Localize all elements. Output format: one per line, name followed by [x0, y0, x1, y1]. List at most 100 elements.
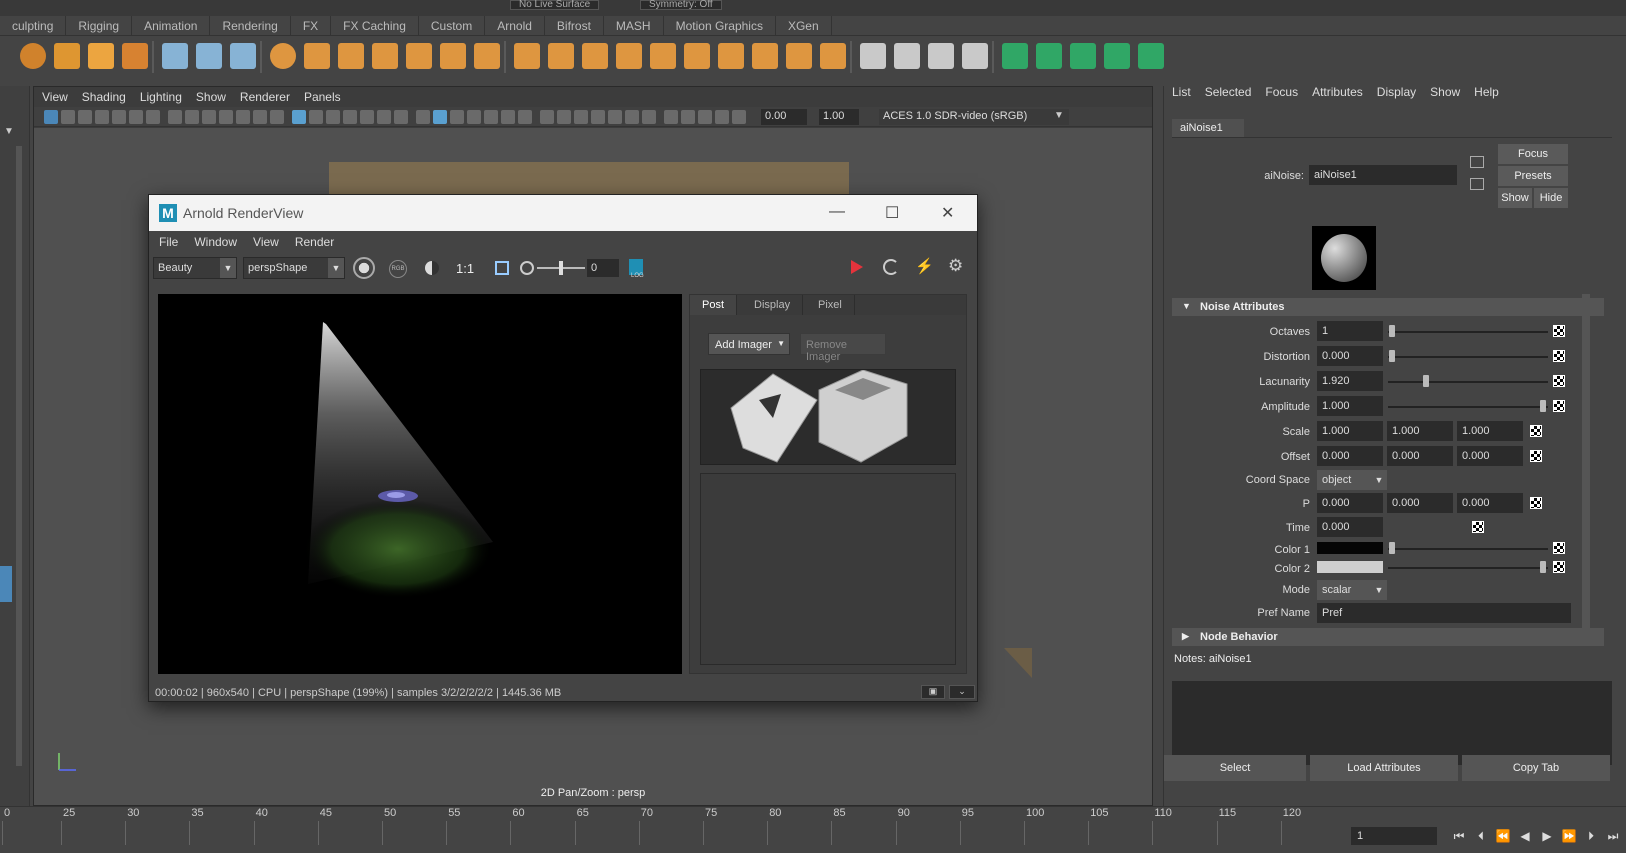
interactive-render-icon[interactable]: ⚡ — [915, 257, 934, 275]
snapshot-icon[interactable] — [353, 257, 375, 279]
sew-icon[interactable] — [1002, 43, 1028, 69]
amplitude-field[interactable]: 1.000 — [1317, 396, 1383, 416]
checker-icon[interactable] — [1070, 43, 1096, 69]
select-button[interactable]: Select — [1164, 755, 1306, 781]
gamma-field[interactable]: 1.00 — [819, 109, 859, 125]
viewport-tool-icon[interactable] — [377, 110, 391, 124]
viewport-tool-icon[interactable] — [236, 110, 250, 124]
color2-knob[interactable] — [1540, 561, 1546, 573]
uv-editor-icon[interactable] — [894, 43, 920, 69]
go-to-start-icon[interactable]: ⏮ — [1448, 827, 1470, 845]
time-map-icon[interactable] — [1472, 521, 1484, 533]
noise-attributes-header[interactable]: ▼ Noise Attributes — [1172, 298, 1604, 316]
p-map-icon[interactable] — [1530, 497, 1542, 509]
exposure-field[interactable]: 0.00 — [761, 109, 807, 125]
live-surface-field[interactable]: No Live Surface — [510, 0, 600, 10]
snap-icon[interactable] — [162, 43, 188, 69]
viewport-tool-icon[interactable] — [168, 110, 182, 124]
node-behavior-header[interactable]: ▶ Node Behavior — [1172, 628, 1604, 646]
particle-icon[interactable] — [230, 43, 256, 69]
p-y-field[interactable]: 0.000 — [1387, 493, 1453, 513]
aov-select[interactable]: Beauty ▼ — [153, 257, 237, 279]
camera-select[interactable]: perspShape ▼ — [243, 257, 345, 279]
close-icon[interactable]: ✕ — [941, 203, 954, 223]
viewport-tool-icon[interactable] — [681, 110, 695, 124]
viewport-menu-panels[interactable]: Panels — [304, 90, 341, 104]
gear-icon[interactable]: ⚙ — [948, 256, 963, 276]
poke-icon[interactable] — [582, 43, 608, 69]
viewport-tool-icon[interactable] — [642, 110, 656, 124]
color1-slider[interactable] — [1388, 548, 1548, 550]
arnold-menu-window[interactable]: Window — [194, 235, 237, 249]
attr-menu-list[interactable]: List — [1172, 85, 1191, 99]
viewport-tool-icon[interactable] — [343, 110, 357, 124]
render-play-icon[interactable] — [851, 260, 863, 274]
viewport-tool-icon[interactable] — [185, 110, 199, 124]
chevron-down-icon[interactable]: ▼ — [1054, 110, 1064, 121]
minimize-icon[interactable]: — — [829, 203, 845, 221]
octaves-knob[interactable] — [1389, 325, 1395, 337]
viewport-menu-show[interactable]: Show — [196, 90, 226, 104]
tab-display[interactable]: Display — [742, 295, 804, 315]
viewport-tool-icon[interactable] — [78, 110, 92, 124]
tab-ainoise1[interactable]: aiNoise1 — [1172, 119, 1244, 137]
layout-icon[interactable] — [962, 43, 988, 69]
attr-menu-focus[interactable]: Focus — [1265, 85, 1298, 99]
ratio-button[interactable]: 1:1 — [456, 261, 474, 276]
color2-slider[interactable] — [1388, 567, 1548, 569]
cubes-icon[interactable] — [304, 43, 330, 69]
octaves-map-icon[interactable] — [1553, 325, 1565, 337]
viewport-tool-icon[interactable] — [715, 110, 729, 124]
chevron-down-icon[interactable]: ▼ — [1371, 470, 1387, 490]
load-attributes-button[interactable]: Load Attributes — [1310, 755, 1458, 781]
offset-z-field[interactable]: 0.000 — [1457, 446, 1523, 466]
octaves-field[interactable]: 1 — [1317, 321, 1383, 341]
maximize-icon[interactable]: ☐ — [885, 203, 899, 223]
viewport-tool-icon[interactable] — [394, 110, 408, 124]
bridge-icon[interactable] — [548, 43, 574, 69]
color1-knob[interactable] — [1389, 542, 1395, 554]
render-image[interactable] — [158, 294, 682, 674]
quad-draw-icon[interactable] — [752, 43, 778, 69]
viewport-tool-icon[interactable] — [416, 110, 430, 124]
step-back-icon[interactable]: ⏴ — [1470, 827, 1492, 845]
bridge2-icon[interactable] — [650, 43, 676, 69]
boolean-icon[interactable] — [338, 43, 364, 69]
attr-menu-display[interactable]: Display — [1377, 85, 1416, 99]
distortion-knob[interactable] — [1389, 350, 1395, 362]
distortion-slider[interactable] — [1388, 356, 1548, 358]
shelf-tab-custom[interactable]: Custom — [419, 15, 486, 36]
scale-z-field[interactable]: 1.000 — [1457, 421, 1523, 441]
viewport-tool-icon[interactable] — [270, 110, 284, 124]
current-frame-field[interactable]: 1 — [1351, 827, 1437, 845]
time-slider[interactable]: 0 25 30 35 40 45 50 55 60 65 70 75 80 85 90 95 100 105 110… — [0, 806, 1626, 852]
time-field[interactable]: 0.000 — [1317, 517, 1383, 537]
tab-pixel[interactable]: Pixel — [806, 295, 855, 315]
grid-icon[interactable] — [372, 43, 398, 69]
play-backward-icon[interactable]: ◀ — [1514, 827, 1536, 845]
offset-map-icon[interactable] — [1530, 450, 1542, 462]
target-weld-icon[interactable] — [718, 43, 744, 69]
viewport-tool-icon[interactable] — [292, 110, 306, 124]
shelf-tab-arnold[interactable]: Arnold — [485, 15, 545, 36]
distortion-field[interactable]: 0.000 — [1317, 346, 1383, 366]
scale-y-field[interactable]: 1.000 — [1387, 421, 1453, 441]
attr-menu-show[interactable]: Show — [1430, 85, 1460, 99]
title-bar[interactable]: M Arnold RenderView — ☐ ✕ — [149, 195, 977, 231]
show-button[interactable]: Show — [1498, 188, 1532, 208]
arnold-menu-file[interactable]: File — [159, 235, 178, 249]
distort-icon[interactable] — [1104, 43, 1130, 69]
viewport-tool-icon[interactable] — [574, 110, 588, 124]
viewport-menu-shading[interactable]: Shading — [82, 90, 126, 104]
node-name-field[interactable]: aiNoise1 — [1309, 165, 1457, 185]
symmetry-field[interactable]: Symmetry: Off — [640, 0, 722, 10]
add-imager-button[interactable]: Add Imager ▼ — [708, 333, 790, 355]
arnold-menu-view[interactable]: View — [253, 235, 279, 249]
step-forward-key-icon[interactable]: ⏩ — [1558, 827, 1580, 845]
cut-icon[interactable] — [820, 43, 846, 69]
step-back-key-icon[interactable]: ⏪ — [1492, 827, 1514, 845]
scrollbar[interactable] — [16, 146, 22, 766]
presets-button[interactable]: Presets — [1498, 166, 1568, 186]
lacunarity-field[interactable]: 1.920 — [1317, 371, 1383, 391]
step-forward-icon[interactable]: ⏵ — [1580, 827, 1602, 845]
